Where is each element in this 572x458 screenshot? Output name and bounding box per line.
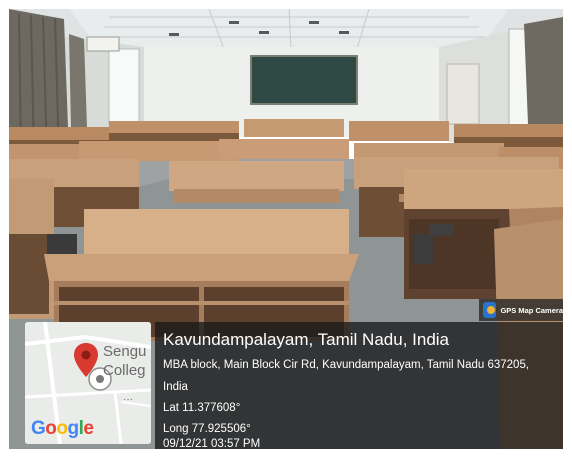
mini-map[interactable]: Sengu Colleg ··· Google: [25, 322, 151, 444]
map-more-label: ···: [123, 394, 133, 405]
map-place-label-2: Colleg: [103, 362, 146, 379]
gps-map-camera-badge: GPS Map Camera: [479, 299, 563, 321]
location-info-panel: Kavundampalayam, Tamil Nadu, India MBA b…: [155, 322, 563, 449]
timestamp: 09/12/21 03:57 PM: [163, 438, 261, 449]
latitude: Lat 11.377608°: [163, 402, 241, 414]
badge-label: GPS Map Camera: [500, 305, 563, 315]
gps-map-camera-icon: [483, 302, 497, 318]
map-place-label-1: Sengu: [103, 343, 147, 360]
google-logo: Google: [31, 418, 94, 439]
window-left: [108, 48, 140, 125]
photo-frame: GPS Map Camera Sengu Colleg ··· Google K…: [9, 9, 563, 449]
longitude: Long 77.925506°: [163, 423, 251, 435]
location-title: Kavundampalayam, Tamil Nadu, India: [163, 330, 450, 349]
address-line-2: India: [163, 381, 188, 393]
blackboard: [250, 55, 358, 105]
ac-unit: [86, 36, 120, 52]
address-line-1: MBA block, Main Block Cir Rd, Kavundampa…: [163, 359, 530, 371]
map-pin-icon: [74, 343, 98, 377]
